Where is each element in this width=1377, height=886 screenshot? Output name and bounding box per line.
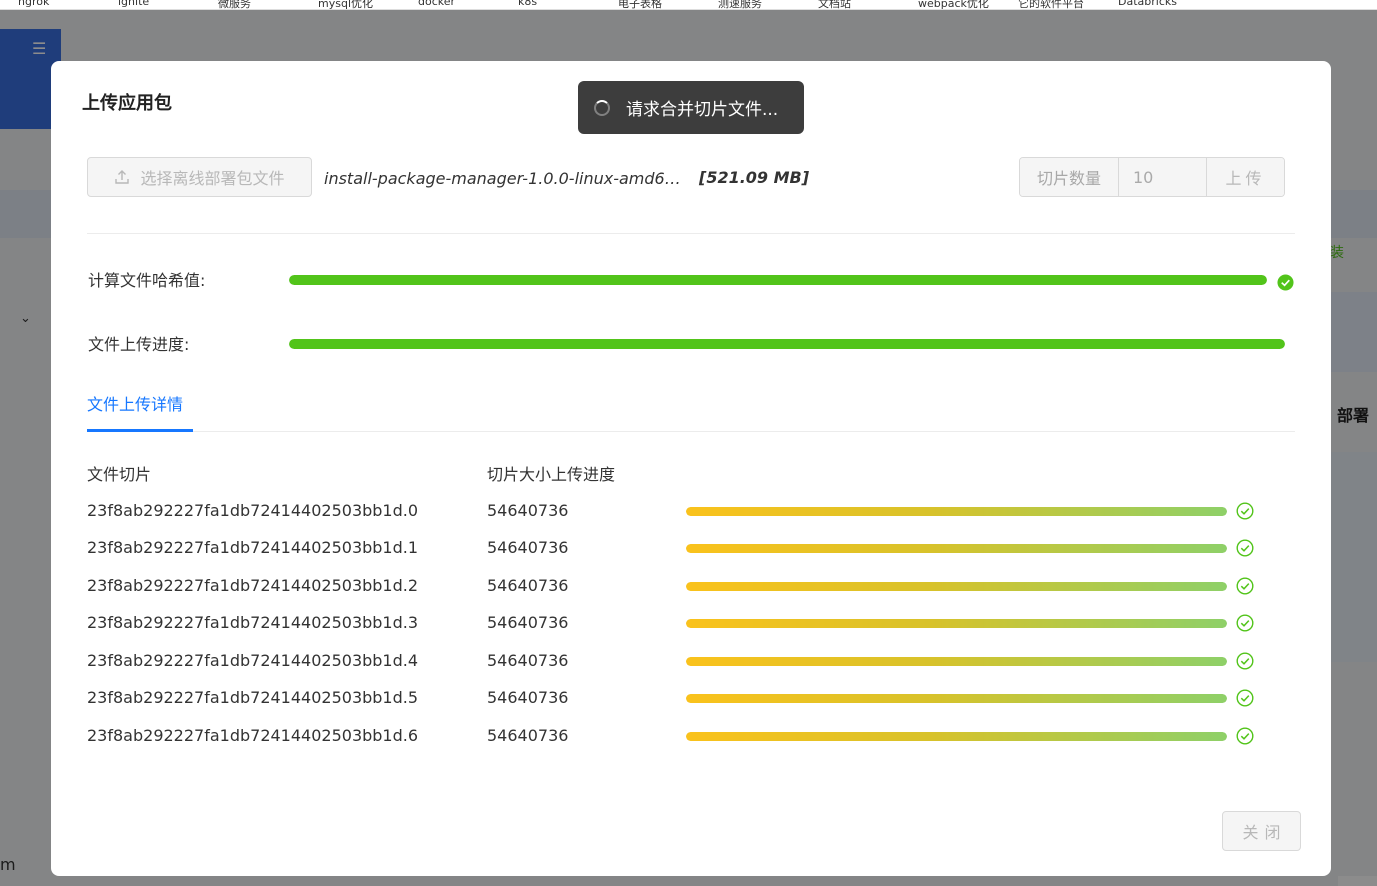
loading-spinner-icon xyxy=(594,99,610,116)
chunk-row: 23f8ab292227fa1db72414402503bb1d.6 546407… xyxy=(51,722,1331,750)
tab-divider xyxy=(87,431,1295,432)
bookmark-item[interactable]: mysql优化 xyxy=(318,0,373,9)
bookmark-item[interactable]: Databricks xyxy=(1118,0,1177,8)
chunk-progress-fill xyxy=(686,694,1227,703)
chunk-progress-fill xyxy=(686,657,1227,666)
selected-file-size: [521.09 MB] xyxy=(699,168,810,187)
column-header-progress: 上传进度 xyxy=(551,465,616,484)
chunk-size: 54640736 xyxy=(487,688,569,707)
chunk-row: 23f8ab292227fa1db72414402503bb1d.0 546407… xyxy=(51,497,1331,525)
modal-title: 上传应用包 xyxy=(82,93,172,114)
chunk-progress-bar xyxy=(686,544,1227,553)
tab-active-indicator xyxy=(87,429,193,432)
chunk-progress-fill xyxy=(686,582,1227,591)
chunk-size: 54640736 xyxy=(487,613,569,632)
bookmark-item[interactable]: 电子表格 xyxy=(618,0,662,9)
chunk-progress-bar xyxy=(686,732,1227,741)
bookmark-item[interactable]: 微服务 xyxy=(218,0,251,9)
select-package-button[interactable]: 选择离线部署包文件 xyxy=(87,157,312,197)
selected-file-name: install-package-manager-1.0.0-linux-amd6… xyxy=(324,169,689,188)
chunk-name: 23f8ab292227fa1db72414402503bb1d.1 xyxy=(87,538,419,557)
chunk-progress-fill xyxy=(686,619,1227,628)
chunk-name: 23f8ab292227fa1db72414402503bb1d.2 xyxy=(87,576,419,595)
bookmark-item[interactable]: 它的软件平台 xyxy=(1018,0,1084,9)
bookmark-item[interactable]: ignite xyxy=(118,0,149,8)
bookmark-item[interactable]: webpack优化 xyxy=(918,0,989,9)
toast-message: 请求合并切片文件... xyxy=(626,100,779,120)
chunk-row: 23f8ab292227fa1db72414402503bb1d.5 546407… xyxy=(51,684,1331,712)
chunk-size: 54640736 xyxy=(487,726,569,745)
chunk-row: 23f8ab292227fa1db72414402503bb1d.4 546407… xyxy=(51,647,1331,675)
check-circle-icon xyxy=(1236,577,1254,599)
chunk-progress-fill xyxy=(686,507,1227,516)
upload-progress-label: 文件上传进度: xyxy=(88,335,190,354)
chunk-size: 54640736 xyxy=(487,576,569,595)
chunk-name: 23f8ab292227fa1db72414402503bb1d.4 xyxy=(87,651,419,670)
chunk-progress-bar xyxy=(686,507,1227,516)
close-button[interactable]: 关闭 xyxy=(1222,811,1301,851)
upload-package-modal: 上传应用包 选择离线部署包文件 install-package-manager-… xyxy=(51,61,1331,876)
hash-progress-fill xyxy=(289,275,1267,285)
divider xyxy=(87,233,1295,234)
chunk-row: 23f8ab292227fa1db72414402503bb1d.3 546407… xyxy=(51,609,1331,637)
bookmark-item[interactable]: ngrok xyxy=(18,0,49,8)
chunk-progress-bar xyxy=(686,694,1227,703)
chunk-row: 23f8ab292227fa1db72414402503bb1d.1 546407… xyxy=(51,534,1331,562)
chunk-progress-fill xyxy=(686,732,1227,741)
chunk-progress-bar xyxy=(686,657,1227,666)
chunk-count-label: 切片数量 xyxy=(1020,158,1119,196)
hash-progress-bar xyxy=(289,275,1267,285)
check-circle-icon xyxy=(1236,502,1254,524)
column-header-chunk: 文件切片 xyxy=(87,465,152,484)
select-package-label: 选择离线部署包文件 xyxy=(140,169,285,188)
column-header-size: 切片大小 xyxy=(487,465,552,484)
chunk-size: 54640736 xyxy=(487,538,569,557)
check-circle-icon xyxy=(1236,689,1254,711)
tab-upload-details[interactable]: 文件上传详情 xyxy=(87,391,183,415)
chunk-progress-fill xyxy=(686,544,1227,553)
chunk-name: 23f8ab292227fa1db72414402503bb1d.5 xyxy=(87,688,419,707)
upload-button[interactable]: 上传 xyxy=(1207,158,1284,196)
bookmarks-bar: ngrok ignite 微服务 mysql优化 docker k8s 电子表格 测速服务 文档… xyxy=(0,0,1377,10)
bookmark-item[interactable]: k8s xyxy=(518,0,537,8)
bookmark-item[interactable]: docker xyxy=(418,0,455,8)
upload-progress-fill xyxy=(289,339,1285,349)
check-circle-icon xyxy=(1236,652,1254,674)
chunk-name: 23f8ab292227fa1db72414402503bb1d.3 xyxy=(87,613,419,632)
chunk-progress-bar xyxy=(686,619,1227,628)
loading-toast: 请求合并切片文件... xyxy=(578,81,804,134)
check-circle-icon xyxy=(1236,727,1254,749)
check-circle-icon xyxy=(1277,274,1294,295)
chunk-count-input[interactable] xyxy=(1119,158,1207,196)
chunk-name: 23f8ab292227fa1db72414402503bb1d.6 xyxy=(87,726,419,745)
check-circle-icon xyxy=(1236,539,1254,561)
bookmark-item[interactable]: 测速服务 xyxy=(718,0,762,9)
upload-progress-bar xyxy=(289,339,1285,349)
chunk-name: 23f8ab292227fa1db72414402503bb1d.0 xyxy=(87,501,419,520)
column-header-size-progress: 切片大小上传进度 xyxy=(487,461,615,485)
bookmark-item[interactable]: 文档站 xyxy=(818,0,851,9)
hash-progress-label: 计算文件哈希值: xyxy=(88,271,206,290)
chunk-count-group: 切片数量 上传 xyxy=(1019,157,1285,197)
chunk-size: 54640736 xyxy=(487,651,569,670)
chunk-row: 23f8ab292227fa1db72414402503bb1d.2 546407… xyxy=(51,572,1331,600)
upload-icon xyxy=(114,169,130,185)
check-circle-icon xyxy=(1236,614,1254,636)
chunk-progress-bar xyxy=(686,582,1227,591)
chunk-size: 54640736 xyxy=(487,501,569,520)
